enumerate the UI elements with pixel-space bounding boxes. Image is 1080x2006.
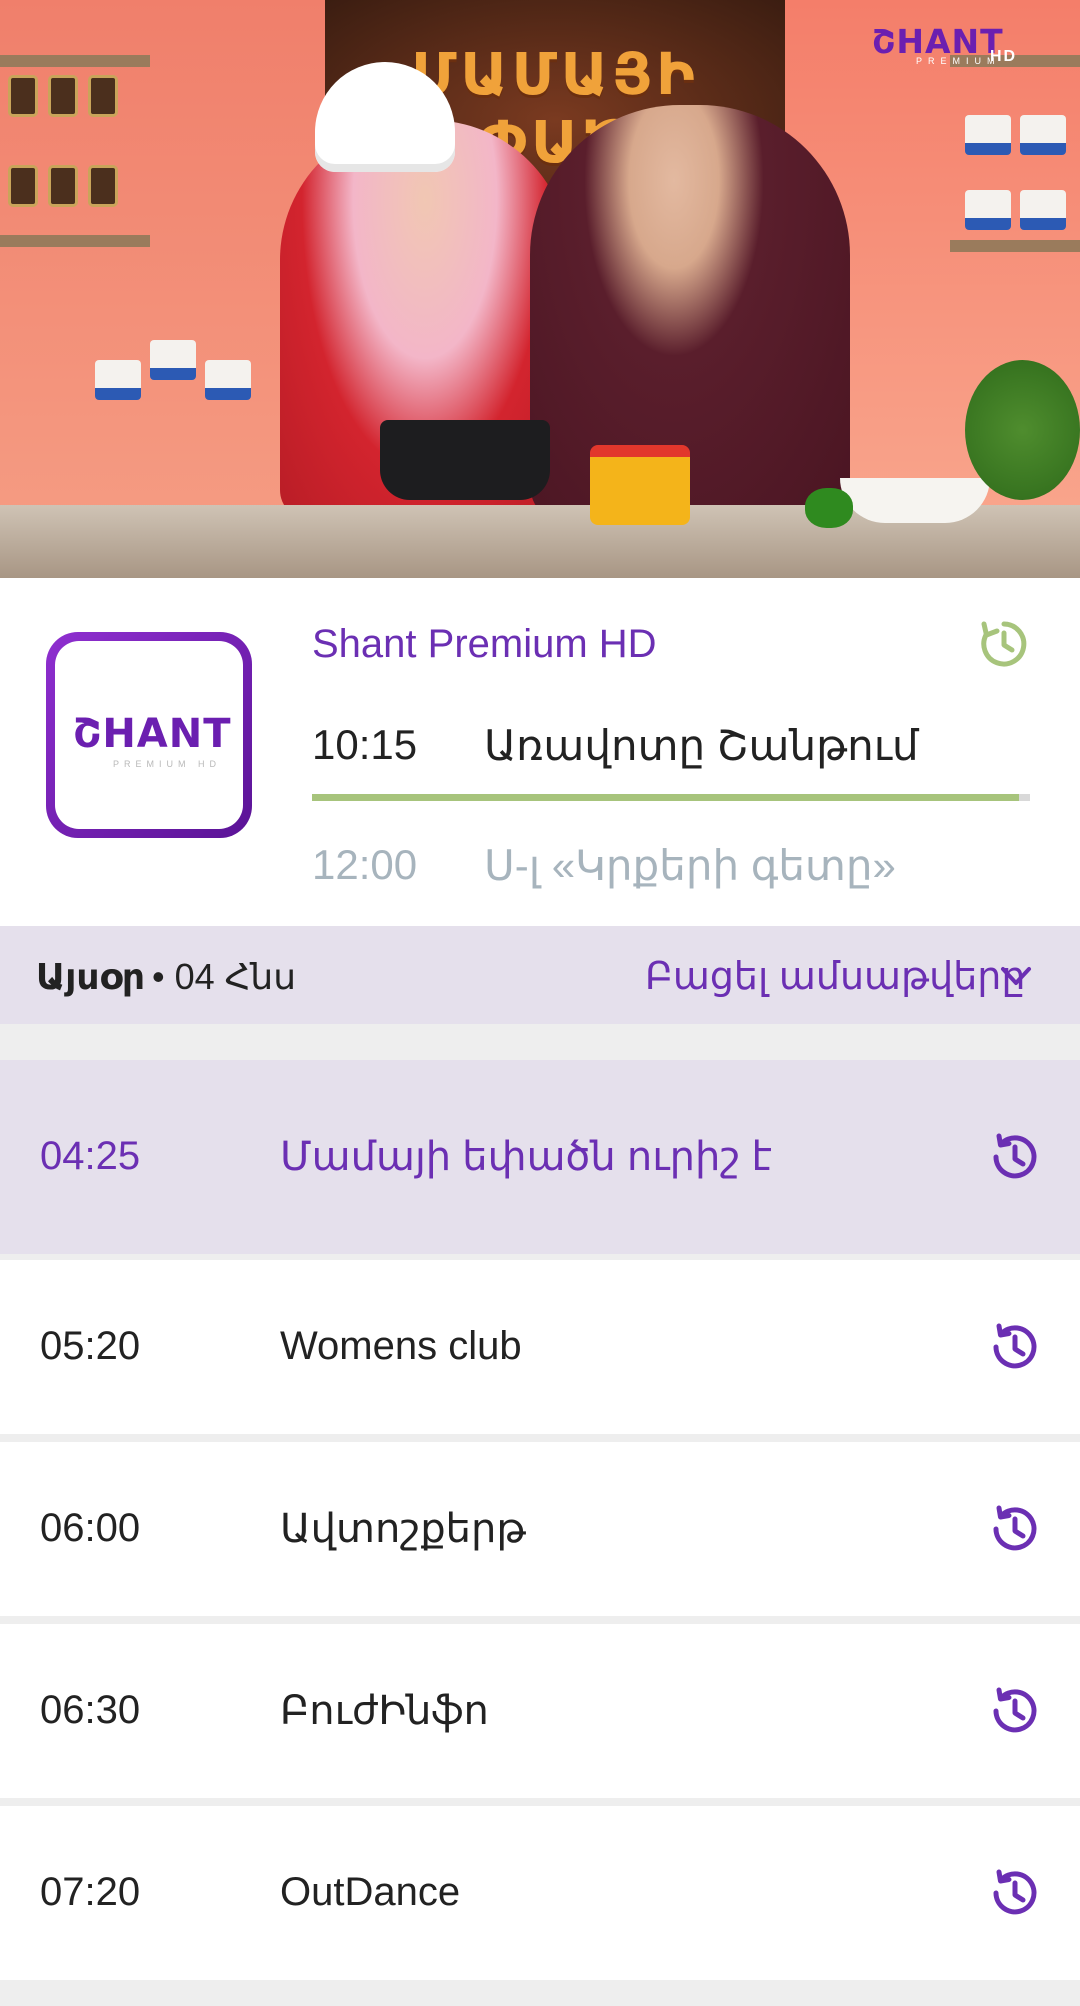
product-bucket xyxy=(590,445,690,525)
tub xyxy=(965,190,1011,230)
channel-watermark-logo: ՇHANT PREMIUM HD xyxy=(872,22,1032,72)
now-playing-progress-fill xyxy=(312,794,1020,801)
now-playing-title: Առավոտը Շանթում xyxy=(484,722,919,769)
watermark-logo-sub: PREMIUM xyxy=(916,56,1001,66)
channel-logo: ՇHANT PREMIUM HD xyxy=(46,632,252,838)
schedule-row[interactable]: 04:25 Մամայի եփածն ուրիշ է xyxy=(0,1060,1080,1254)
schedule-row-time: 04:25 xyxy=(40,1134,141,1178)
bowl xyxy=(840,478,990,523)
cooking-pot xyxy=(380,420,550,500)
schedule-row-title: OutDance xyxy=(280,1870,461,1914)
history-icon[interactable] xyxy=(986,1502,1040,1556)
history-icon[interactable] xyxy=(986,1866,1040,1920)
jar xyxy=(48,75,78,117)
tub xyxy=(95,360,141,400)
tub xyxy=(1020,115,1066,155)
schedule-row-title: Ավտոշքերթ xyxy=(280,1507,526,1551)
channel-name: Shant Premium HD xyxy=(312,622,657,666)
schedule-row[interactable]: 07:20 OutDance xyxy=(0,1806,1080,1980)
channel-info: ՇHANT PREMIUM HD Shant Premium HD 10:15 … xyxy=(0,578,1080,926)
tub xyxy=(150,340,196,380)
channel-logo-inner: ՇHANT PREMIUM HD xyxy=(55,641,243,829)
tub xyxy=(965,115,1011,155)
shelf xyxy=(0,235,150,247)
history-icon[interactable] xyxy=(986,1320,1040,1374)
channel-logo-text: ՇHANT xyxy=(73,711,232,757)
green-pepper xyxy=(805,488,853,528)
schedule-row-title: Մամայի եփածն ուրիշ է xyxy=(280,1135,772,1179)
jar xyxy=(8,75,38,117)
next-program-time: 12:00 xyxy=(312,841,418,888)
schedule-row-title: ԲուժԻնֆո xyxy=(280,1689,489,1733)
catchup-clock-icon[interactable] xyxy=(978,618,1030,670)
schedule-row[interactable]: 06:00 Ավտոշքերթ xyxy=(0,1442,1080,1616)
schedule-row-time: 05:20 xyxy=(40,1324,141,1368)
jar xyxy=(48,165,78,207)
tub xyxy=(1020,190,1066,230)
open-dates-button[interactable]: Բացել ամսաթվերը xyxy=(645,954,1025,999)
schedule-row-time: 06:00 xyxy=(40,1506,141,1550)
schedule-list: 04:25 Մամայի եփածն ուրիշ է 05:20 Womens … xyxy=(0,1024,1080,2006)
chevron-down-icon[interactable] xyxy=(996,956,1036,996)
herb-plant xyxy=(965,360,1080,500)
history-icon[interactable] xyxy=(986,1684,1040,1738)
schedule-row-time: 06:30 xyxy=(40,1688,141,1732)
jar xyxy=(88,75,118,117)
schedule-row-title: Womens club xyxy=(280,1324,522,1368)
tub xyxy=(205,360,251,400)
now-playing-progress xyxy=(312,794,1030,801)
shelf xyxy=(950,240,1080,252)
channel-logo-sub: PREMIUM HD xyxy=(113,759,221,769)
schedule-row[interactable]: 05:20 Womens club xyxy=(0,1260,1080,1434)
shelf xyxy=(0,55,150,67)
date-day-label: Այսօր xyxy=(36,956,145,997)
jar xyxy=(8,165,38,207)
schedule-row-time: 07:20 xyxy=(40,1870,141,1914)
jar xyxy=(88,165,118,207)
schedule-row[interactable]: 06:30 ԲուժԻնֆո xyxy=(0,1624,1080,1798)
now-playing-time: 10:15 xyxy=(312,721,418,768)
date-bar: Այսօր • 04 Հնս Բացել ամսաթվերը xyxy=(0,926,1080,1024)
next-program-title: Ս-լ «Կրքերի գետը» xyxy=(484,842,896,889)
video-player[interactable]: ՄԱՄԱՅԻ ԵՓԱԾՆ ՈՒՐԻՇ Է ՇHANT PREMIUM HD xyxy=(0,0,1080,578)
host-man xyxy=(530,105,850,525)
watermark-logo-hd: HD xyxy=(990,48,1018,65)
history-icon[interactable] xyxy=(986,1130,1040,1184)
date-label: • 04 Հնս xyxy=(152,956,297,997)
